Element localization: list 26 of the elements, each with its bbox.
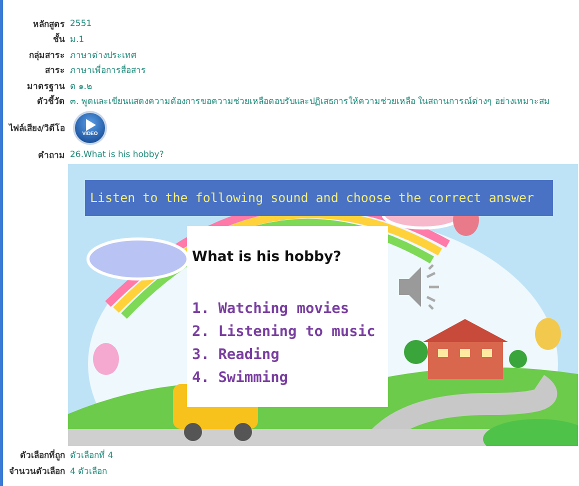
- field-value: ภาษาต่างประเทศ: [70, 50, 136, 62]
- field-label: คำถาม: [37, 150, 65, 162]
- field-value: 26.What is his hobby?: [70, 150, 164, 160]
- field-value: 4 ตัวเลือก: [70, 466, 108, 478]
- answer-option: 1. Watching movies: [192, 298, 376, 320]
- field-label: มาตรฐาน: [26, 80, 65, 93]
- field-label: สาระ: [44, 65, 65, 78]
- field-value: ตัวเลือกที่ 4: [70, 448, 114, 462]
- answer-option: 3. Reading: [192, 344, 376, 366]
- field-value: ม.1: [70, 34, 84, 46]
- field-label: จำนวนตัวเลือก: [8, 466, 65, 478]
- field-label: ชั้น: [3, 32, 65, 46]
- play-icon: [84, 119, 96, 131]
- answer-option: 2. Listening to music: [192, 320, 376, 344]
- field-label: หลักสูตร: [32, 18, 65, 31]
- field-label: กลุ่มสาระ: [28, 50, 65, 62]
- field-value: ภาษาเพื่อการสื่อสาร: [70, 63, 146, 78]
- field-value: 2551: [70, 18, 92, 29]
- field-label: ตัวเลือกที่ถูก: [19, 448, 65, 462]
- instruction-banner: Listen to the following sound and choose the correct answer: [85, 180, 553, 216]
- field-value: ต ๑.๒: [70, 80, 92, 93]
- field-label: ตัวชี้วัด: [3, 94, 65, 108]
- question-text: What is his hobby?: [192, 248, 342, 264]
- answer-option: 4. Swimming: [192, 366, 376, 390]
- field-label: ไฟล์เสียง/วิดีโอ: [7, 122, 65, 135]
- field-value: ๓. พูดและเขียนแสดงความต้องการขอความช่วยเหลือตอบรับและปฏิเสธการให้ความช่วยเหลือ ในสถานการณ์ต่างๆ อย่างเหมาะสม: [70, 95, 550, 108]
